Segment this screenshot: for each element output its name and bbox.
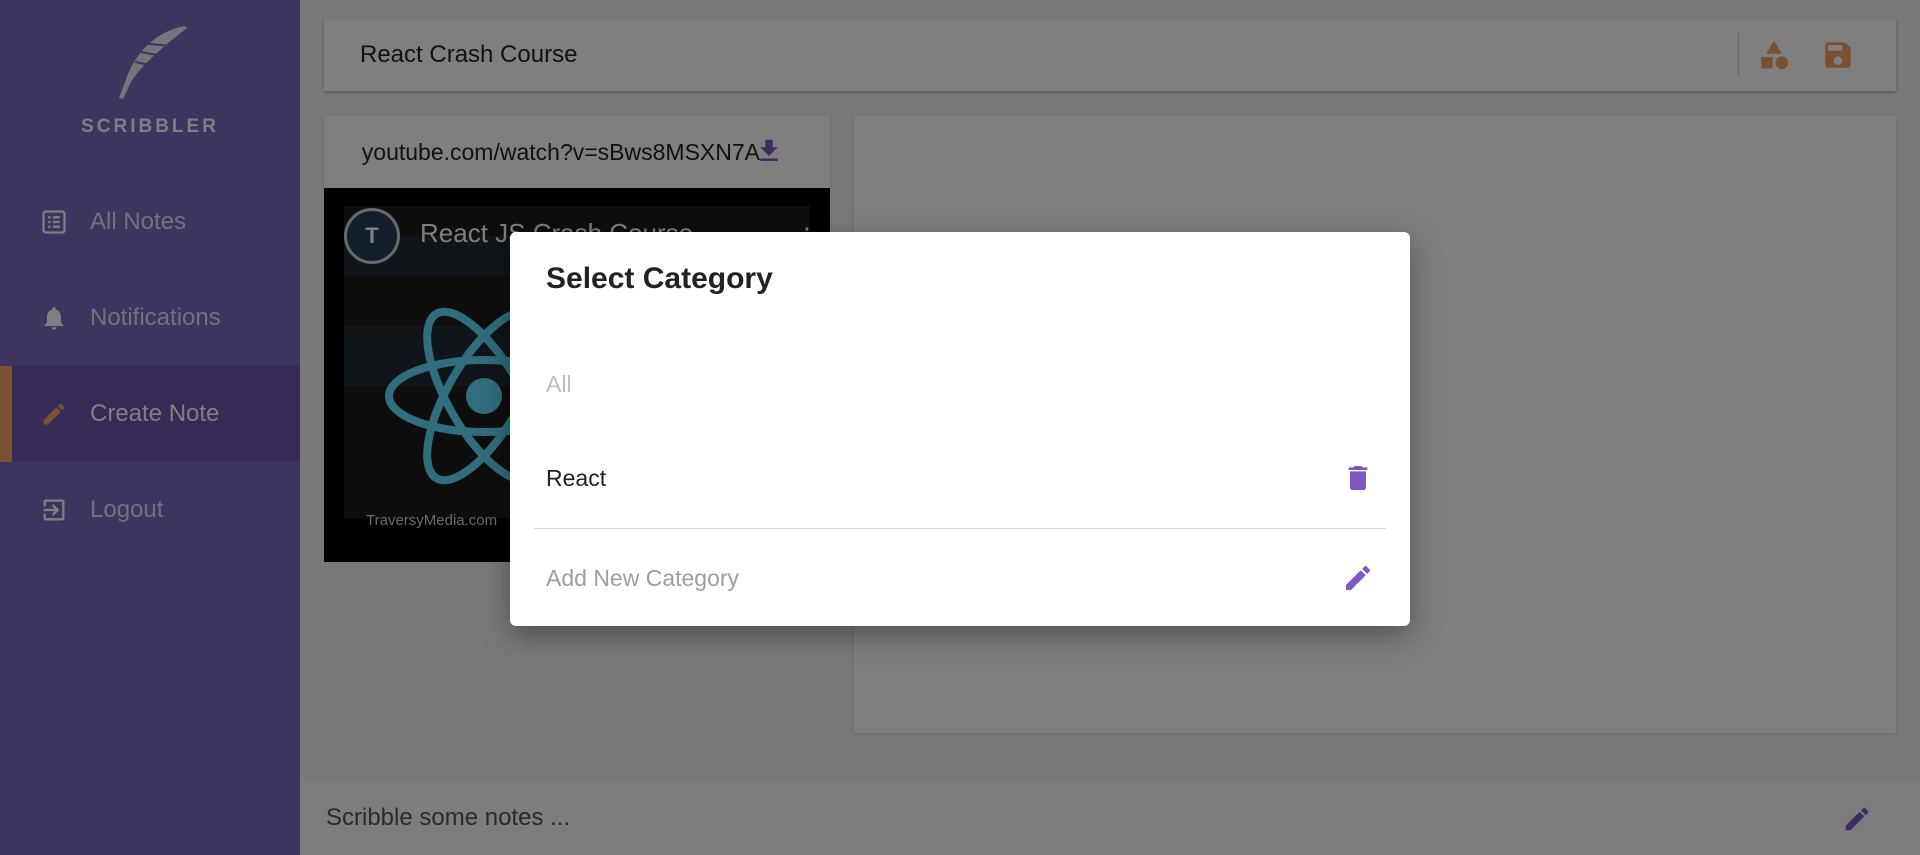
category-option-all: All <box>546 364 1374 404</box>
pencil-icon <box>1346 565 1371 590</box>
add-category-input[interactable]: Add New Category <box>546 565 739 592</box>
category-label: All <box>546 370 572 397</box>
divider <box>534 528 1386 529</box>
add-category-row[interactable]: Add New Category <box>546 558 1374 598</box>
trash-icon <box>1348 466 1368 490</box>
dialog-title: Select Category <box>546 262 773 295</box>
delete-category-button[interactable] <box>1342 462 1374 494</box>
category-option-react[interactable]: React <box>546 454 1374 502</box>
select-category-dialog: Select Category All React Add New Catego… <box>510 232 1410 626</box>
category-label: React <box>546 464 607 491</box>
add-category-button[interactable] <box>1342 562 1374 594</box>
